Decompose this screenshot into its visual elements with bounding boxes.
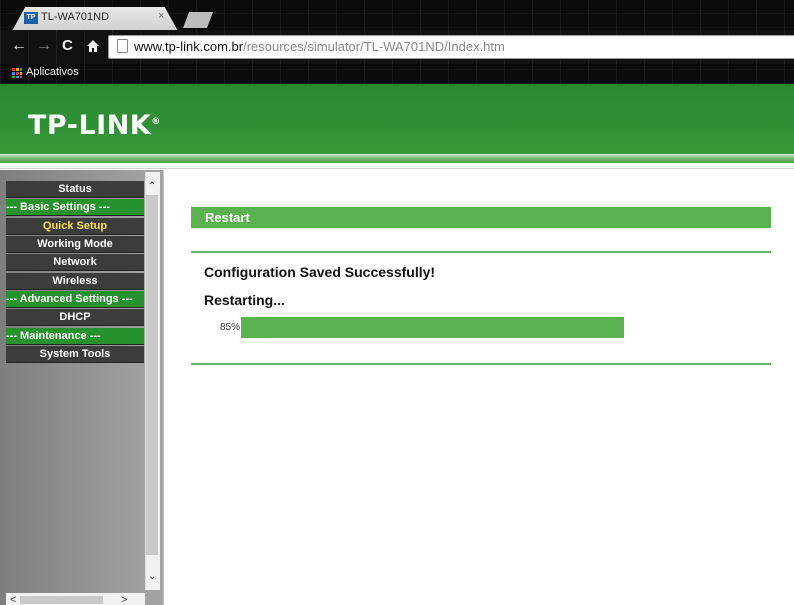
sidebar-item[interactable]: Network bbox=[6, 254, 144, 271]
main-content bbox=[163, 170, 794, 605]
tab-title: TL-WA701ND bbox=[41, 11, 110, 23]
page-icon bbox=[117, 39, 128, 53]
sidebar-item[interactable]: Wireless bbox=[6, 273, 144, 290]
reload-icon[interactable]: C bbox=[62, 36, 73, 56]
progress-fill bbox=[241, 317, 624, 338]
horizontal-scrollbar-thumb[interactable] bbox=[20, 596, 103, 604]
home-icon[interactable] bbox=[86, 36, 100, 59]
scroll-left-icon[interactable]: < bbox=[10, 595, 16, 605]
tab-close-icon[interactable]: × bbox=[158, 10, 164, 22]
tplink-logo: TP-LINK® bbox=[28, 110, 161, 141]
tplink-favicon-icon: TP bbox=[24, 12, 38, 24]
sidebar-section-header: --- Maintenance --- bbox=[6, 328, 144, 345]
scroll-down-icon[interactable]: ⌄ bbox=[148, 572, 156, 582]
scroll-up-icon[interactable]: ⌃ bbox=[148, 182, 156, 192]
sidebar-item[interactable]: Quick Setup bbox=[6, 218, 144, 235]
banner-stripe bbox=[0, 154, 794, 163]
url-text[interactable]: www.tp-link.com.br/resources/simulator/T… bbox=[134, 39, 505, 54]
restart-progress-bar bbox=[241, 317, 691, 338]
sidebar-item[interactable]: Working Mode bbox=[6, 236, 144, 253]
url-path: /resources/simulator/TL-WA701ND/Index.ht… bbox=[243, 39, 505, 54]
url-host: www.tp-link.com.br bbox=[134, 39, 244, 54]
banner-divider bbox=[0, 163, 794, 169]
scrollbar-thumb[interactable] bbox=[146, 195, 158, 555]
bookmark-apps[interactable]: Aplicativos bbox=[26, 66, 79, 78]
sidebar-item[interactable]: DHCP bbox=[6, 309, 144, 326]
sidebar-item[interactable]: Status bbox=[6, 181, 144, 198]
page-title-bar bbox=[191, 207, 771, 228]
back-arrow-icon[interactable]: ← bbox=[11, 36, 27, 56]
divider-bottom bbox=[191, 363, 771, 365]
saved-message: Configuration Saved Successfully! bbox=[204, 264, 436, 280]
sidebar-item[interactable]: System Tools bbox=[6, 346, 144, 363]
apps-grid-icon[interactable] bbox=[12, 68, 22, 78]
restarting-message: Restarting... bbox=[204, 292, 285, 308]
page-title: Restart bbox=[205, 210, 250, 225]
bookmarks-bar bbox=[0, 64, 794, 84]
sidebar-section-header: --- Basic Settings --- bbox=[6, 199, 144, 216]
divider-top bbox=[191, 251, 771, 253]
sidebar-section-header: --- Advanced Settings --- bbox=[6, 291, 144, 308]
progress-percent: 85% bbox=[220, 322, 241, 333]
forward-arrow-icon[interactable]: → bbox=[36, 36, 52, 56]
scroll-right-icon[interactable]: > bbox=[121, 595, 127, 605]
